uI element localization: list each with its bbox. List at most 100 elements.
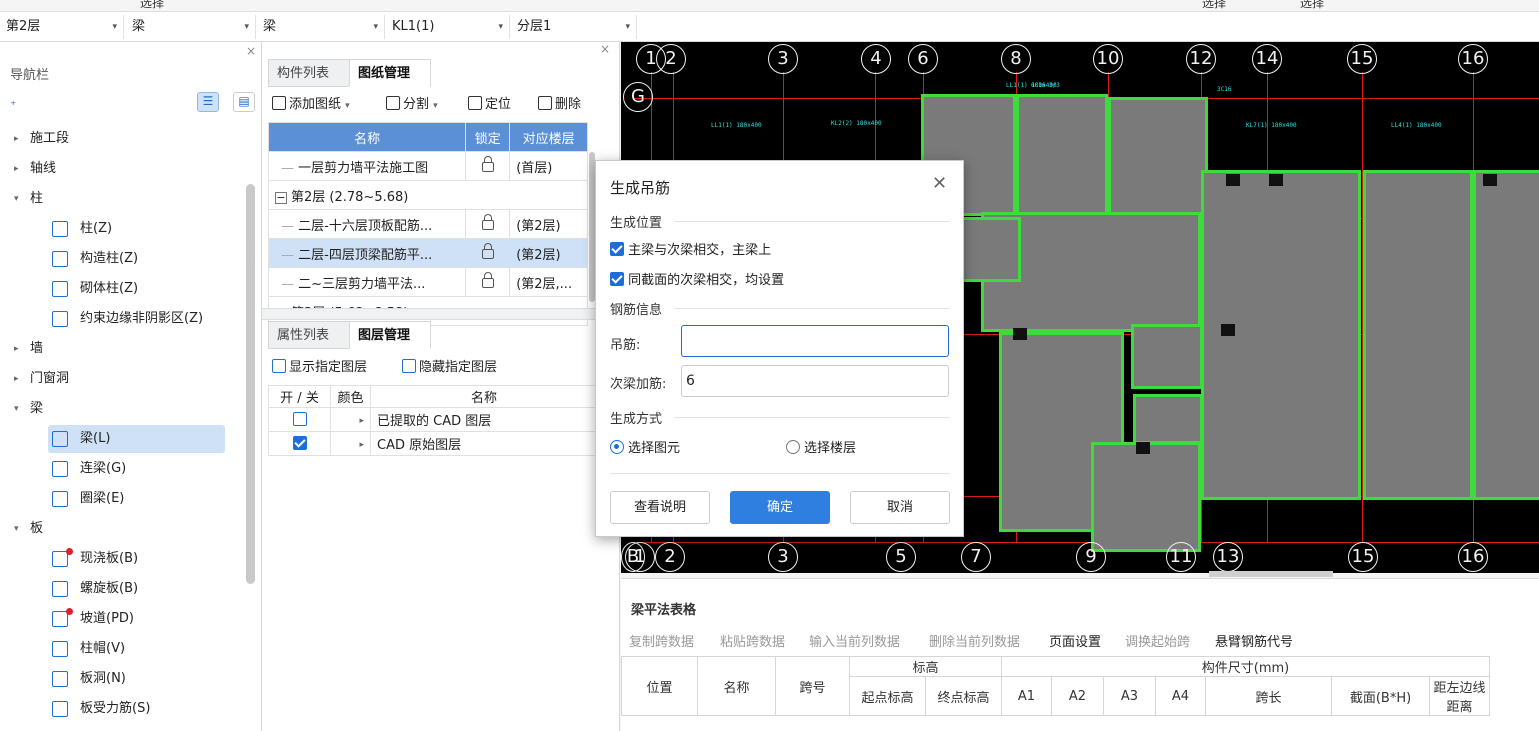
expand-right-icon[interactable]: ▸ — [14, 335, 19, 363]
column-header-lock[interactable]: 锁定 — [465, 122, 511, 152]
expand-down-icon[interactable]: ▾ — [14, 515, 19, 543]
panel-splitter[interactable] — [262, 308, 620, 320]
beam-toolbar-button[interactable]: 粘贴跨数据 — [720, 631, 785, 650]
lock-cell[interactable] — [465, 209, 511, 239]
list-view-icon[interactable]: ☰ — [197, 92, 219, 112]
nav-item[interactable]: 坡道(PD) — [0, 605, 248, 633]
ok-button[interactable]: 确定 — [730, 491, 830, 524]
nav-item[interactable]: 梁(L) — [0, 425, 248, 453]
secondary-input[interactable]: 6 — [681, 365, 949, 397]
beam-toolbar-button[interactable]: 悬臂钢筋代号 — [1215, 631, 1293, 650]
header-span-length[interactable]: 跨长 — [1205, 676, 1332, 716]
beam-toolbar-button[interactable]: 调换起始跨 — [1125, 631, 1190, 650]
header-name[interactable]: 名称 — [697, 656, 776, 716]
lock-icon[interactable] — [481, 271, 494, 288]
table-row[interactable]: — 二层-十六层顶板配筋... (第2层) — [267, 209, 588, 239]
layer-toggle-cell[interactable] — [268, 431, 331, 456]
tab-property-list[interactable]: 属性列表 — [268, 321, 350, 349]
nav-item[interactable]: 砌体柱(Z) — [0, 275, 248, 303]
nav-item[interactable]: 柱帽(V) — [0, 635, 248, 663]
expand-right-icon[interactable]: ▸ — [359, 416, 364, 426]
tab-drawing-manage[interactable]: 图纸管理 — [349, 59, 431, 87]
header-a4[interactable]: A4 — [1155, 676, 1206, 716]
nav-group[interactable]: ▸ 墙 — [0, 335, 248, 363]
table-row[interactable]: — 二层-四层顶梁配筋平... (第2层) — [267, 238, 588, 268]
floor-cell[interactable]: (第2层) — [509, 238, 588, 268]
type-select[interactable]: 梁 ▾ — [259, 15, 385, 39]
nav-group[interactable]: ▸ 门窗洞 — [0, 365, 248, 393]
header-elevation[interactable]: 标高 — [849, 656, 1002, 677]
component-select[interactable]: KL1(1) ▾ — [388, 15, 510, 39]
nav-item[interactable]: 连梁(G) — [0, 455, 248, 483]
table-row[interactable]: — 一层剪力墙平法施工图 (首层) — [267, 151, 588, 181]
checkbox-checked-icon[interactable] — [292, 435, 307, 450]
header-span-no[interactable]: 跨号 — [775, 656, 850, 716]
table-row[interactable]: ▸ CAD 原始图层 — [268, 431, 598, 456]
expand-right-icon[interactable]: ▸ — [359, 440, 364, 450]
split-button[interactable]: 分割 ▾ — [386, 94, 438, 116]
header-a1[interactable]: A1 — [1001, 676, 1052, 716]
drawing-name-cell[interactable]: — 二层-四层顶梁配筋平... — [267, 238, 467, 268]
expand-down-icon[interactable]: ▾ — [14, 185, 19, 213]
nav-item[interactable]: 现浇板(B) — [0, 545, 248, 573]
table-row[interactable]: ▸ 已提取的 CAD 图层 — [268, 407, 598, 432]
close-icon[interactable]: ✕ — [932, 173, 947, 194]
hanger-input[interactable] — [681, 325, 949, 357]
radio-select-floor[interactable]: 选择楼层 — [786, 437, 856, 456]
category-select[interactable]: 梁 ▾ — [128, 15, 256, 39]
lock-cell[interactable] — [465, 238, 511, 268]
nav-item[interactable]: 板洞(N) — [0, 665, 248, 693]
top-strip-item[interactable]: 选择 — [140, 0, 164, 11]
layer-toggle-cell[interactable] — [268, 407, 331, 432]
floor-cell[interactable]: (首层) — [509, 151, 588, 181]
drawing-name-cell[interactable]: — 一层剪力墙平法施工图 — [267, 151, 467, 181]
beam-toolbar-button[interactable]: 删除当前列数据 — [929, 631, 1020, 650]
locate-button[interactable]: 定位 — [468, 94, 511, 116]
column-header-name[interactable]: 名称 — [267, 122, 467, 152]
tab-layer-manage[interactable]: 图层管理 — [349, 321, 431, 349]
sparkle-icon[interactable]: ⁺ — [10, 98, 16, 112]
expand-right-icon[interactable]: ▸ — [14, 155, 19, 183]
beam-toolbar-button[interactable]: 输入当前列数据 — [809, 631, 900, 650]
header-end-elev[interactable]: 终点标高 — [925, 676, 1002, 716]
header-position[interactable]: 位置 — [621, 656, 698, 716]
nav-item[interactable]: 构造柱(Z) — [0, 245, 248, 273]
checkbox-unchecked-icon[interactable] — [292, 411, 307, 426]
nav-item[interactable]: 约束边缘非阴影区(Z) — [0, 305, 248, 333]
layer-expand-cell[interactable]: ▸ — [330, 407, 371, 432]
expand-right-icon[interactable]: ▸ — [14, 125, 19, 153]
layer-expand-cell[interactable]: ▸ — [330, 431, 371, 456]
beam-toolbar-button[interactable]: 页面设置 — [1049, 631, 1101, 650]
header-section[interactable]: 截面(B*H) — [1331, 676, 1430, 716]
header-start-elev[interactable]: 起点标高 — [849, 676, 926, 716]
group-row-cell[interactable]: − 第2层 (2.78~5.68) — [268, 180, 588, 210]
nav-group[interactable]: ▸ 施工段 — [0, 125, 248, 153]
nav-scrollbar[interactable] — [246, 184, 255, 584]
table-row[interactable]: — 二~三层剪力墙平法... (第2层,... — [267, 267, 588, 297]
check-same-section[interactable]: 同截面的次梁相交，均设置 — [610, 269, 784, 288]
detail-view-icon[interactable]: ▤ — [233, 92, 255, 112]
floor-cell[interactable]: (第2层,... — [509, 267, 588, 297]
nav-item[interactable]: 柱(Z) — [0, 215, 248, 243]
lock-icon[interactable] — [481, 242, 494, 259]
top-strip-item[interactable]: 选择 — [1202, 0, 1226, 11]
lock-icon[interactable] — [481, 155, 494, 172]
lock-cell[interactable] — [465, 267, 511, 297]
expand-down-icon[interactable]: ▾ — [14, 395, 19, 423]
check-main-beam[interactable]: 主梁与次梁相交，主梁上 — [610, 239, 771, 258]
nav-item[interactable]: 螺旋板(B) — [0, 575, 248, 603]
header-offset[interactable]: 距左边线距离 — [1429, 676, 1490, 716]
layer-select[interactable]: 分层1 ▾ — [513, 15, 637, 39]
nav-item[interactable]: 板受力筋(S) — [0, 695, 248, 723]
show-layer-button[interactable]: 显示指定图层 — [272, 357, 367, 379]
collapse-icon[interactable]: − — [275, 191, 287, 204]
tab-component-list[interactable]: 构件列表 — [268, 59, 350, 87]
cancel-button[interactable]: 取消 — [850, 491, 950, 524]
nav-group[interactable]: ▾ 板 — [0, 515, 248, 543]
hide-layer-button[interactable]: 隐藏指定图层 — [402, 357, 497, 379]
drawing-name-cell[interactable]: — 二层-十六层顶板配筋... — [267, 209, 467, 239]
lock-icon[interactable] — [481, 213, 494, 230]
close-icon[interactable]: × — [246, 44, 256, 58]
nav-group[interactable]: ▾ 梁 — [0, 395, 248, 423]
lock-cell[interactable] — [465, 151, 511, 181]
